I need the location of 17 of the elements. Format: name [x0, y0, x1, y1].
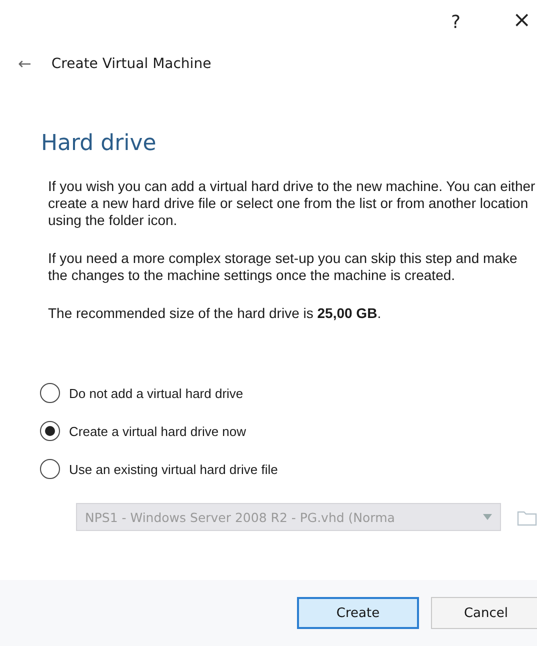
radio-button[interactable]	[40, 383, 60, 403]
option-label[interactable]: Create a virtual hard drive now	[69, 424, 246, 438]
description-paragraph: If you wish you can add a virtual hard drive to the new machine. You can either create a new hard drive file or select one from the list or from another location using the folder icon.	[48, 178, 536, 229]
option-label[interactable]: Do not add a virtual hard drive	[69, 386, 244, 400]
option-label[interactable]: Use an existing virtual hard drive file	[69, 462, 278, 476]
dialog-button[interactable]: Cancel	[431, 597, 537, 629]
page-title: Hard drive	[40, 130, 158, 156]
caret-icon	[483, 514, 492, 520]
help-button[interactable]: ?	[451, 12, 461, 40]
close-button[interactable]: ×	[512, 12, 531, 40]
back-button[interactable]: ←	[18, 54, 32, 73]
description-paragraph: The recommended size of the hard drive is 25,00 GB.	[48, 305, 382, 322]
dialog-button[interactable]: Create	[297, 597, 419, 629]
radio-button[interactable]	[40, 421, 60, 441]
radio-button[interactable]	[40, 459, 60, 479]
description-paragraph: If you need a more complex storage set-up you can skip this step and make the changes to the machine settings once the machine is created.	[48, 250, 518, 284]
window-title: Create Virtual Machine	[51, 56, 212, 72]
